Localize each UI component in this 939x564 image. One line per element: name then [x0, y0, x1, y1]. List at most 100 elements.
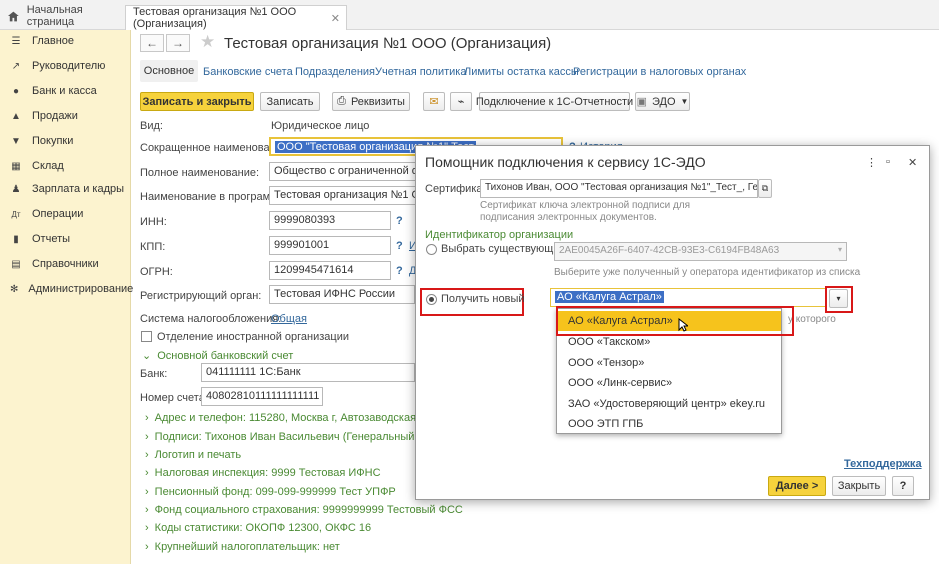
foreign-org-label: Отделение иностранной организации	[157, 331, 350, 343]
section-label: Логотип и печать	[154, 449, 242, 461]
existing-hint: Выберите уже полученный у оператора иден…	[554, 267, 861, 278]
chevron-right-icon: ›	[145, 541, 149, 553]
list-item[interactable]: ЗАО «Удостоверяющий центр» ekey.ru	[557, 394, 781, 414]
existing-id-select[interactable]: 2AE0045A26F-6407-42CB-93E3-C6194FB48A63 ▾	[554, 242, 847, 261]
mail-button[interactable]: ✉	[423, 92, 445, 111]
operator-dropdown-button[interactable]: ▾	[829, 289, 848, 308]
tab-tax-registrations[interactable]: Регистрации в налоговых органах	[573, 66, 746, 78]
dialog-title: Помощник подключения к сервису 1С-ЭДО	[425, 154, 706, 170]
back-button[interactable]: ←	[140, 34, 164, 52]
trend-icon: ↗	[11, 60, 21, 72]
kpp-input[interactable]: 999901001	[269, 236, 391, 255]
section-pension[interactable]: › Пенсионный фонд: 099-099-999999 Тест УП…	[145, 486, 396, 498]
requisites-button[interactable]: ⎙ Реквизиты	[332, 92, 410, 111]
attach-button[interactable]: ⌁	[450, 92, 472, 111]
list-item[interactable]: ООО ЭТП ГПБ	[557, 414, 781, 434]
more-icon[interactable]: ⋮	[866, 156, 877, 169]
full-name-input[interactable]: Общество с ограниченной ответстве	[269, 162, 419, 181]
sidebar-item-label: Справочники	[32, 258, 99, 270]
certificate-open-button[interactable]: ⧉	[758, 179, 772, 198]
close-icon[interactable]: ✕	[331, 12, 340, 25]
star-icon[interactable]: ★	[200, 32, 215, 52]
sidebar-item-sales[interactable]: ▲ Продажи	[0, 105, 131, 127]
program-name-label: Наименование в программе:	[140, 191, 287, 203]
sidebar-item-salary[interactable]: ♟ Зарплата и кадры	[0, 178, 131, 200]
inn-help[interactable]: ?	[396, 215, 403, 227]
existing-label[interactable]: Выбрать существующий	[441, 243, 566, 255]
ogrn-help[interactable]: ?	[396, 265, 403, 277]
ogrn-label: ОГРН:	[140, 266, 173, 278]
account-input[interactable]: 40802810111111111111	[201, 387, 323, 406]
section-social-insurance[interactable]: › Фонд социального страхования: 999999999…	[145, 504, 463, 516]
sidebar-item-purchases[interactable]: ▼ Покупки	[0, 130, 131, 152]
account-label: Номер счета:	[140, 392, 208, 404]
tax-system-link[interactable]: Общая	[271, 313, 307, 325]
ogrn-input[interactable]: 1209945471614	[269, 261, 391, 280]
next-button[interactable]: Далее >	[768, 476, 826, 496]
help-button[interactable]: ?	[892, 476, 914, 496]
chevron-down-icon: ▼	[680, 97, 689, 106]
sidebar-item-admin[interactable]: ✻ Администрирование	[0, 278, 133, 300]
program-name-input[interactable]: Тестовая организация №1 ООО	[269, 186, 419, 205]
tab-accounting-policy[interactable]: Учетная политика	[375, 66, 466, 78]
gear-icon: ✻	[10, 283, 19, 295]
close-icon[interactable]: ✕	[908, 156, 917, 169]
certificate-input[interactable]: Тихонов Иван, ООО "Тестовая организация …	[480, 179, 758, 198]
full-name-label: Полное наименование:	[140, 167, 260, 179]
sidebar-item-label: Банк и касса	[32, 85, 97, 97]
reg-organ-input[interactable]: Тестовая ИФНС России	[269, 285, 415, 304]
save-close-button[interactable]: Записать и закрыть	[140, 92, 254, 111]
new-radio[interactable]	[426, 294, 437, 305]
forward-button[interactable]: →	[166, 34, 190, 52]
sidebar-item-directories[interactable]: ▤ Справочники	[0, 253, 131, 275]
org-id-section: Идентификатор организации	[425, 229, 574, 241]
section-label: Пенсионный фонд: 099-099-999999 Тест УПФ…	[154, 486, 396, 498]
tab-bank-accounts[interactable]: Банковские счета	[203, 66, 293, 78]
operator-select[interactable]: АО «Калуга Астрал»	[550, 288, 826, 307]
support-link[interactable]: Техподдержка	[844, 458, 922, 470]
sidebar-item-reports[interactable]: ▮ Отчеты	[0, 228, 131, 250]
inn-input[interactable]: 9999080393	[269, 211, 391, 230]
program-name-value: Тестовая организация №1 ООО	[274, 189, 418, 201]
section-tax-inspection[interactable]: › Налоговая инспекция: 9999 Тестовая ИФНС	[145, 467, 381, 479]
tab-document[interactable]: Тестовая организация №1 ООО (Организация…	[125, 5, 347, 30]
certificate-value: Тихонов Иван, ООО "Тестовая организация …	[485, 182, 758, 193]
edo-button[interactable]: ▣ ЭДО ▼	[635, 92, 690, 111]
new-label[interactable]: Получить новый	[441, 293, 525, 305]
cart-icon: ▲	[11, 110, 21, 122]
bank-section-toggle[interactable]: ⌄ Основной банковский счет	[142, 349, 293, 362]
save-button[interactable]: Записать	[260, 92, 320, 111]
home-icon	[8, 11, 19, 21]
tab-divisions[interactable]: Подразделения	[295, 66, 375, 78]
section-largest-taxpayer[interactable]: › Крупнейший налогоплательщик: нет	[145, 541, 340, 553]
close-button[interactable]: Закрыть	[832, 476, 886, 496]
full-name-value: Общество с ограниченной ответстве	[274, 165, 418, 177]
section-logo[interactable]: › Логотип и печать	[145, 449, 241, 461]
foreign-org-checkbox[interactable]	[141, 331, 152, 342]
minimize-icon[interactable]: ▫	[886, 156, 890, 168]
tab-home[interactable]: Начальная страница	[0, 4, 122, 28]
sidebar-item-warehouse[interactable]: ▦ Склад	[0, 155, 131, 177]
sidebar-item-label: Покупки	[32, 135, 74, 147]
section-label: Адрес и телефон: 115280, Москва г, Автоз…	[154, 412, 457, 424]
sidebar-item-manager[interactable]: ↗ Руководителю	[0, 55, 131, 77]
sidebar-item-label: Операции	[32, 208, 84, 220]
highlight-frame	[556, 306, 794, 336]
existing-radio[interactable]	[426, 244, 437, 255]
tab-main[interactable]: Основное	[140, 60, 198, 82]
section-stat-codes[interactable]: › Коды статистики: ОКОПФ 12300, ОКФС 16	[145, 522, 371, 534]
coin-icon: ●	[12, 85, 20, 97]
tab-cash-limits[interactable]: Лимиты остатка кассы	[464, 66, 579, 78]
list-item[interactable]: ООО «Линк-сервис»	[557, 373, 781, 393]
sidebar-item-main[interactable]: ☰ Главное	[0, 30, 131, 52]
kpp-help[interactable]: ?	[396, 240, 403, 252]
sidebar-item-bank[interactable]: ● Банк и касса	[0, 80, 131, 102]
chevron-down-icon: ▾	[837, 245, 842, 254]
chevron-right-icon: ›	[145, 467, 149, 479]
section-address[interactable]: › Адрес и телефон: 115280, Москва г, Авто…	[145, 412, 457, 424]
connect-reporting-button[interactable]: Подключение к 1С-Отчетности	[476, 92, 633, 111]
sidebar-item-operations[interactable]: Дт Операции	[0, 203, 131, 225]
list-item[interactable]: ООО «Тензор»	[557, 353, 781, 373]
bank-input[interactable]: 041111111 1С:Банк	[201, 363, 415, 382]
list-item-label: ООО «Такском»	[568, 336, 651, 348]
